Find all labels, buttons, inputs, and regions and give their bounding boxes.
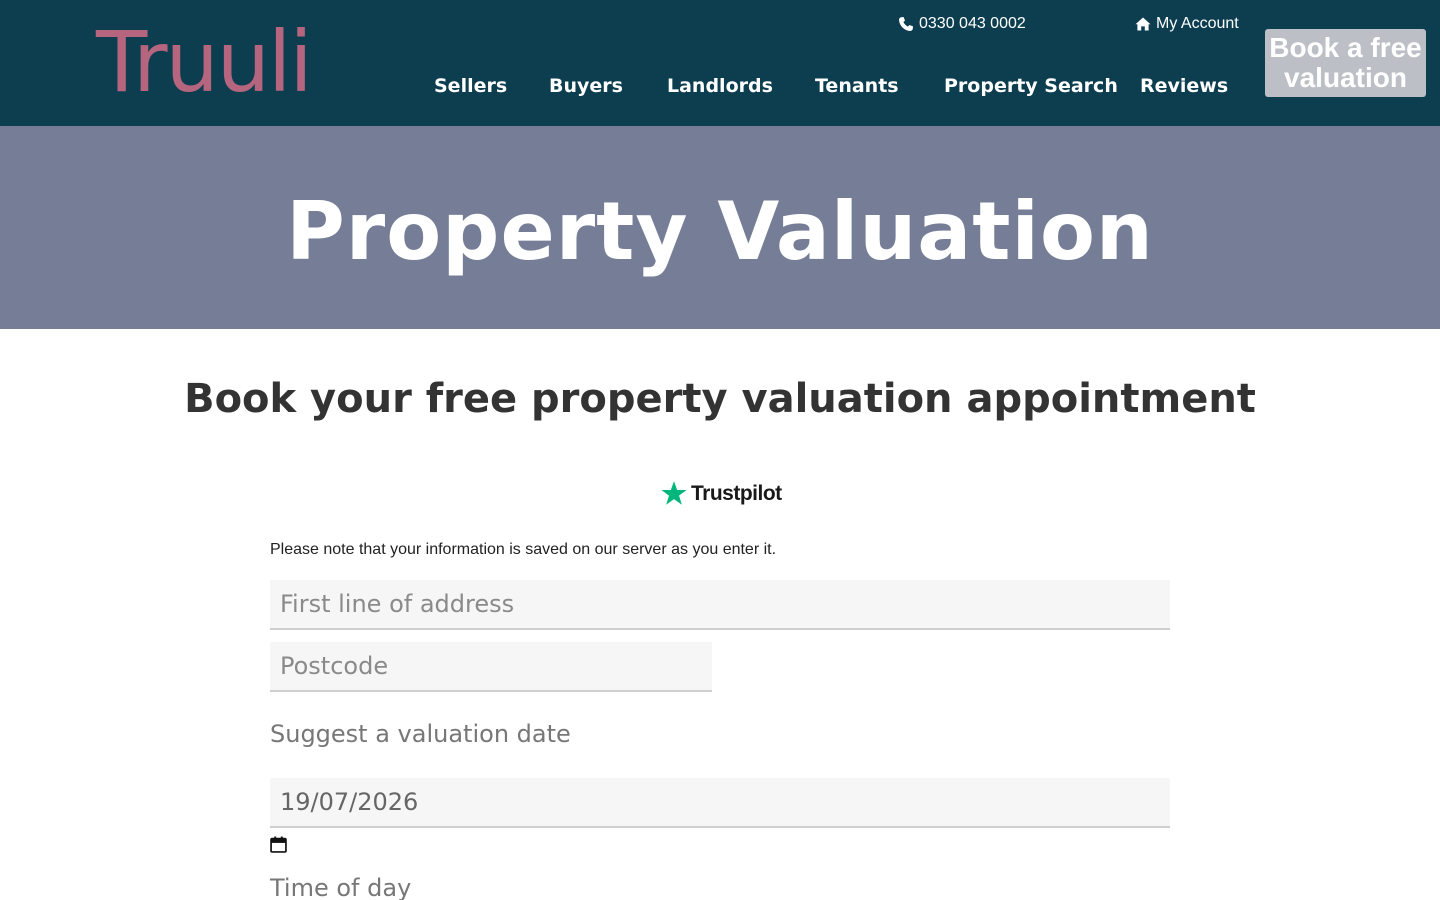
valuation-date-label: Suggest a valuation date — [270, 720, 571, 748]
address-input[interactable] — [270, 580, 1170, 630]
nav-landlords[interactable]: Landlords — [667, 75, 773, 97]
hero-banner: Property Valuation — [0, 126, 1440, 329]
nav-tenants[interactable]: Tenants — [815, 75, 899, 97]
trustpilot-label: Trustpilot — [691, 482, 782, 505]
logo[interactable]: Truuli — [96, 20, 313, 104]
nav-property-search[interactable]: Property Search — [944, 75, 1118, 97]
info-note: Please note that your information is sav… — [270, 541, 777, 558]
book-valuation-button[interactable]: Book a free valuation — [1265, 29, 1426, 97]
trustpilot-widget[interactable]: Trustpilot — [660, 480, 782, 508]
nav-sellers[interactable]: Sellers — [434, 75, 507, 97]
time-of-day-label: Time of day — [270, 874, 412, 900]
section-title: Book your free property valuation appoin… — [184, 376, 1256, 422]
postcode-input[interactable] — [270, 642, 712, 692]
page-title: Property Valuation — [286, 185, 1154, 278]
calendar-icon[interactable] — [270, 836, 287, 853]
phone-link[interactable]: 0330 043 0002 — [898, 15, 1026, 33]
nav-reviews[interactable]: Reviews — [1140, 75, 1228, 97]
my-account-link[interactable]: My Account — [1135, 15, 1239, 33]
nav-buyers[interactable]: Buyers — [549, 75, 623, 97]
valuation-date-input[interactable] — [270, 778, 1170, 828]
phone-number: 0330 043 0002 — [919, 15, 1026, 32]
trustpilot-star-icon — [661, 481, 687, 505]
my-account-label: My Account — [1156, 15, 1239, 32]
phone-icon — [899, 17, 913, 31]
site-header: Truuli 0330 043 0002 My Account Sellers … — [0, 0, 1440, 126]
home-icon — [1135, 17, 1151, 31]
